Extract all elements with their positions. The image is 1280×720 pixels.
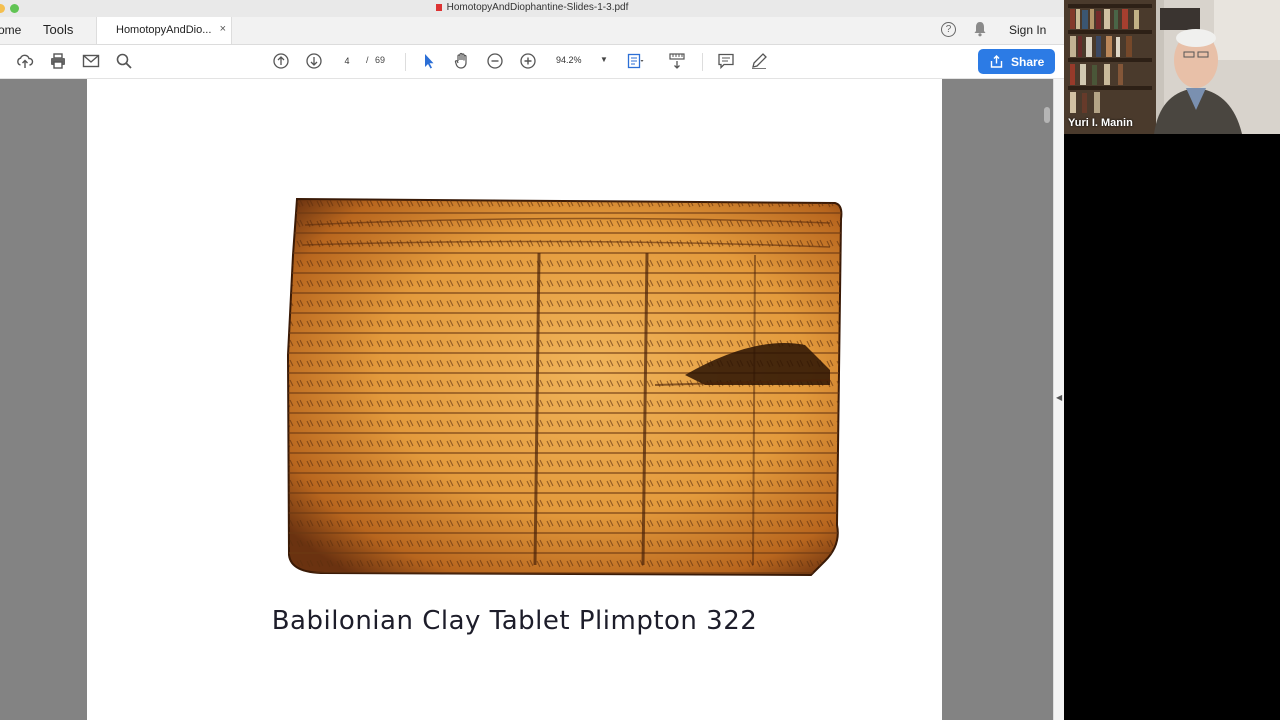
tab-home[interactable]: ome xyxy=(0,23,21,37)
toolbar: 4 / 69 94.2% ▼ Share xyxy=(0,45,1064,79)
notification-bell-icon[interactable] xyxy=(973,21,987,37)
comment-icon[interactable] xyxy=(717,52,735,70)
vertical-scrollbar-thumb[interactable] xyxy=(1044,107,1050,123)
participant-video-feed xyxy=(1064,0,1280,134)
zoom-in-icon[interactable] xyxy=(519,52,537,70)
close-tab-icon[interactable]: × xyxy=(220,23,226,35)
pdf-page: Babilonian Clay Tablet Plimpton 322 xyxy=(87,79,942,720)
page-separator: / xyxy=(366,55,369,65)
clay-tablet-image xyxy=(286,197,843,577)
upload-cloud-icon[interactable] xyxy=(16,52,34,70)
share-button-label: Share xyxy=(1011,55,1045,69)
tab-document[interactable]: HomotopyAndDio... × xyxy=(96,17,232,44)
pen-icon[interactable] xyxy=(750,52,768,70)
page-total: 69 xyxy=(375,55,386,65)
slide-caption: Babilonian Clay Tablet Plimpton 322 xyxy=(271,606,758,636)
tab-tools[interactable]: Tools xyxy=(43,22,73,37)
page-number-input[interactable]: 4 xyxy=(334,54,360,68)
video-participant-tile: Yuri I. Manin xyxy=(1064,0,1280,134)
tab-document-label: HomotopyAndDio... xyxy=(116,24,212,36)
title-bar: HomotopyAndDiophantine-Slides-1-3.pdf xyxy=(0,0,1064,18)
previous-page-icon[interactable] xyxy=(272,52,290,70)
email-icon[interactable] xyxy=(82,52,100,70)
pdf-file-icon xyxy=(435,4,442,11)
next-page-icon[interactable] xyxy=(305,52,323,70)
window-title-text: HomotopyAndDiophantine-Slides-1-3.pdf xyxy=(446,2,629,13)
sign-in-link[interactable]: Sign In xyxy=(1009,23,1046,37)
search-icon[interactable] xyxy=(115,52,133,70)
zoom-out-icon[interactable] xyxy=(486,52,504,70)
window-title: HomotopyAndDiophantine-Slides-1-3.pdf xyxy=(0,2,1064,13)
help-icon[interactable]: ? xyxy=(941,22,956,37)
hand-tool-icon[interactable] xyxy=(453,52,471,70)
select-cursor-icon[interactable] xyxy=(420,52,438,70)
page-layout-icon[interactable] xyxy=(626,52,644,70)
scroll-mode-icon[interactable] xyxy=(668,52,686,70)
tab-bar: ome Tools HomotopyAndDio... × ? Sign In xyxy=(0,17,1064,45)
toolbar-divider xyxy=(702,53,703,71)
toolbar-divider xyxy=(405,53,406,71)
zoom-level-select[interactable]: 94.2% xyxy=(556,55,582,65)
right-pane-collapse-rail[interactable]: ◀ xyxy=(1053,79,1064,720)
print-icon[interactable] xyxy=(49,52,67,70)
participant-name-label: Yuri I. Manin xyxy=(1068,117,1133,129)
chevron-left-icon[interactable]: ◀ xyxy=(1056,393,1062,402)
share-button[interactable]: Share xyxy=(978,49,1055,74)
share-icon xyxy=(990,55,1003,68)
pdf-reader-window: HomotopyAndDiophantine-Slides-1-3.pdf om… xyxy=(0,0,1064,720)
document-viewer[interactable]: Babilonian Clay Tablet Plimpton 322 xyxy=(0,79,1053,720)
chevron-down-icon[interactable]: ▼ xyxy=(600,55,608,64)
